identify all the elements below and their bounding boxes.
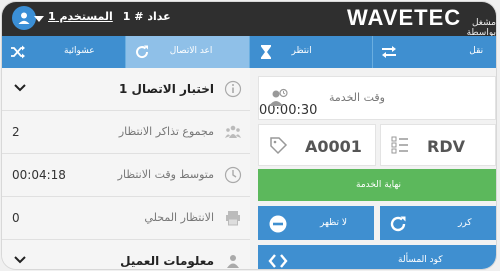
no-show-button[interactable]: لا تظهر: [258, 206, 374, 240]
brand-name: WAVETEC: [347, 5, 462, 30]
refresh-icon: [135, 45, 148, 59]
printer-icon: [226, 211, 240, 226]
minus-circle-icon: [269, 215, 287, 233]
top-bar: عداد # 1 المستخدم 1 مشغل بواسطة WAVETEC: [2, 2, 496, 38]
connection-section-title: اختبار الاتصال 1: [119, 82, 214, 96]
queue-name: RDV: [427, 137, 465, 156]
brand-logo: مشغل بواسطة WAVETEC: [347, 5, 496, 38]
avg-wait-value: 00:04:18: [12, 168, 66, 182]
local-wait-row: 0 الانتظار المحلي: [2, 197, 250, 240]
total-waiting-row: 2 مجموع تذاكر الانتظار: [2, 111, 250, 154]
queue-card: RDV: [380, 124, 496, 166]
shuffle-label: عشوائية: [64, 46, 95, 56]
user-avatar-icon[interactable]: [12, 6, 36, 30]
shuffle-icon: [11, 45, 25, 59]
info-icon: [224, 80, 242, 98]
action-bar: عشوائية اعد الاتصال انتظر نقل: [2, 36, 496, 68]
local-wait-title: الانتظار المحلي: [144, 211, 214, 224]
transfer-button[interactable]: نقل: [373, 36, 496, 68]
people-group-icon: [225, 125, 241, 138]
hold-label: انتظر: [291, 46, 312, 56]
recall-button[interactable]: كرر: [380, 206, 496, 240]
app-frame: عداد # 1 المستخدم 1 مشغل بواسطة WAVETEC …: [2, 2, 496, 269]
ticket-card: A0001: [258, 124, 376, 166]
recall-top-button[interactable]: اعد الاتصال: [125, 36, 250, 68]
total-waiting-title: مجموع تذاكر الانتظار: [118, 125, 214, 138]
service-time-card: 00:00:30 وقت الخدمة: [258, 76, 496, 120]
end-service-button[interactable]: نهاية الخدمة: [258, 169, 496, 201]
refresh-icon: [390, 216, 406, 232]
code-brackets-icon: [268, 254, 288, 268]
ticket-number: A0001: [305, 137, 362, 156]
connection-section-header[interactable]: اختبار الاتصال 1: [2, 68, 250, 111]
ticket-tag-icon: [270, 137, 288, 155]
user-name[interactable]: المستخدم 1: [48, 10, 113, 23]
chevron-down-icon: [14, 256, 26, 264]
chevron-down-icon: [14, 84, 26, 92]
avg-wait-row: 00:04:18 متوسط وقت الانتظار: [2, 154, 250, 197]
chevron-down-icon[interactable]: [34, 16, 44, 22]
transfer-arrows-icon: [382, 46, 397, 58]
customer-section-title: معلومات العميل: [120, 254, 214, 268]
shuffle-button[interactable]: عشوائية: [2, 36, 126, 68]
service-time-label: وقت الخدمة: [329, 91, 385, 104]
end-service-label: نهاية الخدمة: [356, 180, 402, 190]
recall-label: كرر: [458, 218, 472, 228]
recall-top-label: اعد الاتصال: [169, 46, 213, 56]
user-counter-info[interactable]: عداد # 1 المستخدم 1: [42, 10, 171, 23]
customer-section-header[interactable]: معلومات العميل: [2, 240, 250, 269]
issue-code-label: كود المسألة: [398, 255, 443, 265]
hold-button[interactable]: انتظر: [249, 36, 374, 68]
counter-label: عداد # 1: [122, 10, 171, 23]
user-clock-icon: [269, 88, 288, 106]
no-show-label: لا تظهر: [320, 218, 347, 228]
avg-wait-title: متوسط وقت الانتظار: [117, 168, 214, 181]
service-panel: 00:00:30 وقت الخدمة A0001 RDV نهاية الخد…: [258, 68, 496, 269]
transfer-label: نقل: [469, 46, 484, 56]
powered-by-text: مشغل بواسطة: [466, 18, 496, 38]
local-wait-value: 0: [12, 211, 20, 225]
hourglass-icon: [260, 45, 271, 59]
total-waiting-value: 2: [12, 125, 20, 139]
clock-icon: [224, 166, 242, 184]
list-icon: [391, 136, 408, 154]
info-panel: اختبار الاتصال 1 2 مجموع تذاكر الانتظار …: [2, 68, 250, 269]
issue-code-button[interactable]: كود المسألة: [258, 245, 496, 269]
user-icon: [227, 255, 239, 268]
